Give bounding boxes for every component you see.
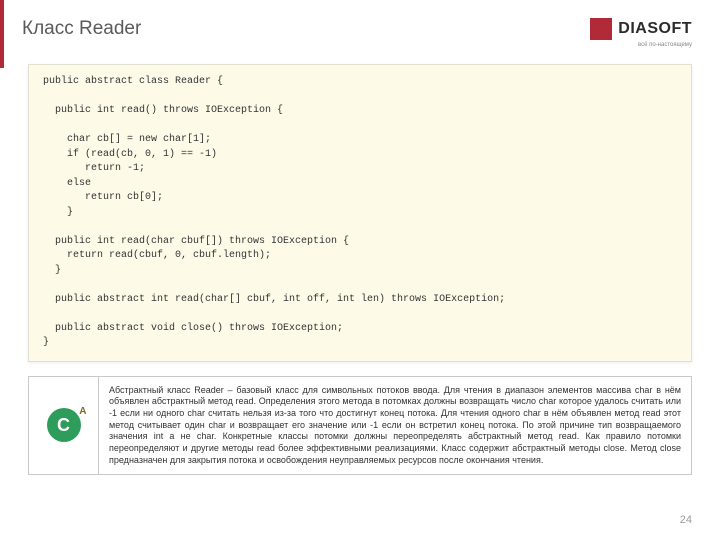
- brand-tagline: всё по-настоящему: [590, 42, 692, 48]
- header: Класс Reader DIASOFT всё по-настоящему: [0, 0, 720, 58]
- page-title: Класс Reader: [22, 18, 141, 40]
- description-text: Абстрактный класс Reader – базовый класс…: [109, 385, 681, 467]
- class-icon: C A: [47, 408, 81, 442]
- brand-logo-icon: [590, 18, 612, 40]
- code-block: public abstract class Reader { public in…: [28, 64, 692, 362]
- class-icon-cell: C A: [29, 376, 99, 475]
- page-number: 24: [680, 514, 692, 526]
- brand-block: DIASOFT всё по-настоящему: [590, 18, 692, 48]
- accent-bar: [0, 0, 4, 68]
- class-icon-letter: C: [57, 415, 70, 436]
- description-cell: Абстрактный класс Reader – базовый класс…: [99, 376, 692, 475]
- description-table: C A Абстрактный класс Reader – базовый к…: [28, 376, 692, 476]
- class-icon-sup: A: [79, 406, 86, 417]
- brand-wordmark: DIASOFT: [618, 20, 692, 38]
